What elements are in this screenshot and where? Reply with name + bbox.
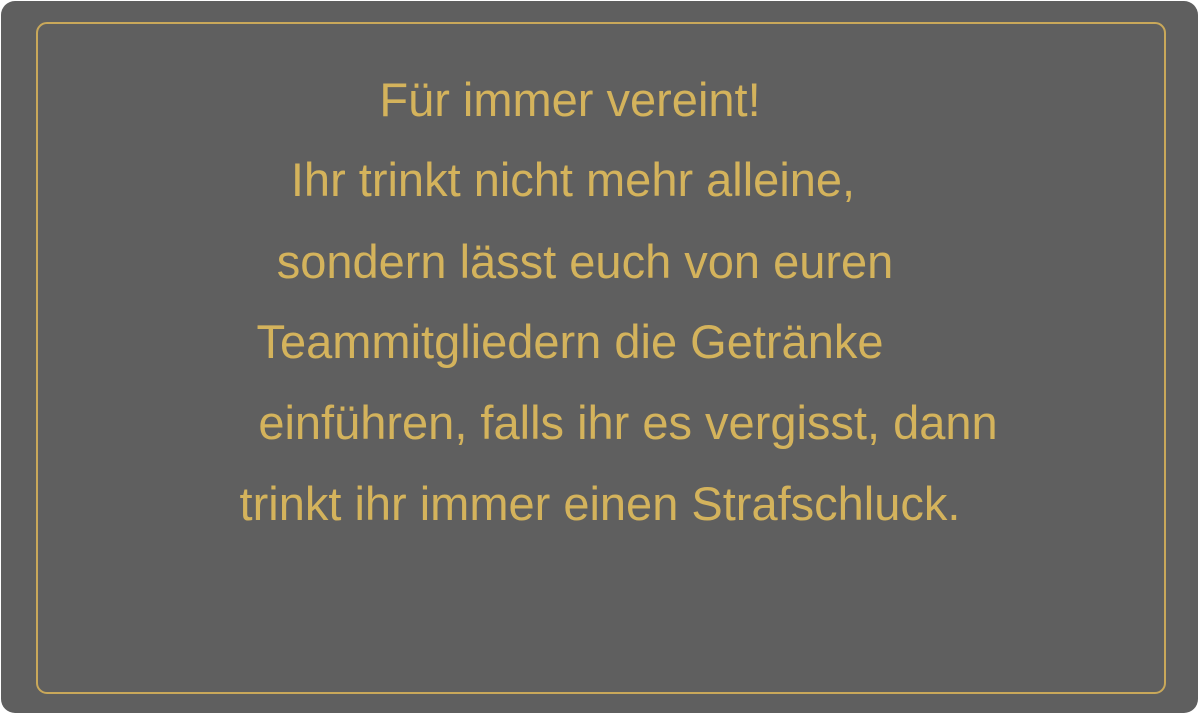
card-text-line-5: einführen, falls ihr es vergisst, dann — [258, 396, 998, 449]
card-text-line-6: trinkt ihr immer einen Strafschluck. — [239, 477, 961, 530]
card-text-line-1: Für immer vereint! — [379, 73, 761, 126]
card-text-line-2: Ihr trinkt nicht mehr alleine, — [290, 153, 856, 206]
card-text-line-3: sondern lässt euch von euren — [276, 235, 894, 288]
card-text-line-4: Teammitgliedern die Getränke — [256, 315, 884, 368]
